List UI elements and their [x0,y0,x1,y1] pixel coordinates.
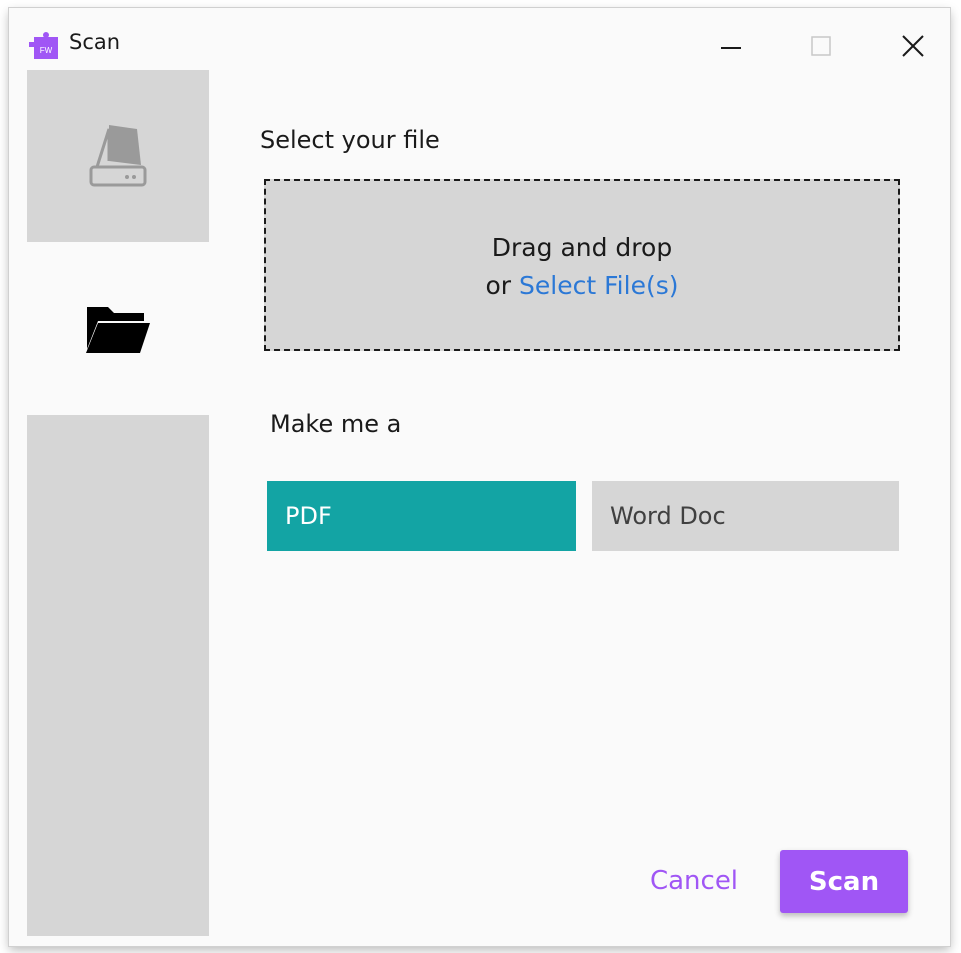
cancel-button[interactable]: Cancel [639,853,749,909]
scan-window: FW Scan Select your file Drag and drop o… [9,8,950,946]
dropzone-text: Drag and drop [491,233,673,262]
svg-text:FW: FW [40,46,53,55]
puzzle-icon: FW [29,32,58,59]
title-bar[interactable]: FW Scan [9,8,950,70]
sidebar-item-scanner[interactable] [27,70,209,242]
dropzone-subtext: or Select File(s) [266,271,898,300]
dropzone-or-text: or [485,271,520,300]
scanner-icon [89,125,147,187]
minimize-button[interactable] [711,26,751,66]
word-doc-option-button[interactable]: Word Doc [592,481,899,551]
close-button[interactable] [893,26,933,66]
select-file-label: Select your file [260,126,440,154]
scan-button[interactable]: Scan [780,850,908,913]
file-dropzone[interactable]: Drag and drop or Select File(s) [264,179,900,351]
folder-icon [86,306,150,353]
sidebar-item-files[interactable] [27,242,209,415]
close-icon [902,35,924,57]
maximize-button[interactable] [801,26,841,66]
pdf-option-button[interactable]: PDF [267,481,576,551]
make-me-a-label: Make me a [270,410,402,438]
maximize-icon [811,36,831,56]
minimize-icon [721,47,741,49]
select-files-link[interactable]: Select File(s) [519,271,678,300]
sidebar [27,70,209,936]
window-title: Scan [69,30,121,54]
